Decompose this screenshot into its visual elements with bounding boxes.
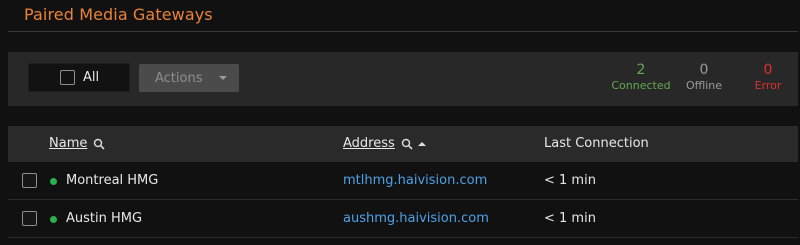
actions-dropdown[interactable]: Actions [139, 64, 239, 92]
chevron-down-icon [219, 76, 227, 80]
stat-error-count: 0 [763, 62, 773, 78]
gateway-address-link[interactable]: aushmg.haivision.com [343, 211, 489, 226]
column-header-name-label[interactable]: Name [49, 136, 87, 151]
table-row[interactable]: Austin HMG aushmg.haivision.com < 1 min [8, 200, 798, 238]
gateway-address-link[interactable]: mtlhmg.haivision.com [343, 173, 487, 188]
stat-connected: 2 Connected [608, 62, 674, 93]
column-header-address[interactable]: Address [343, 136, 426, 151]
select-all-checkbox[interactable] [60, 70, 75, 85]
stat-offline-label: Offline [685, 79, 723, 92]
column-header-address-label[interactable]: Address [343, 136, 395, 151]
search-icon[interactable] [401, 138, 413, 150]
row-checkbox[interactable] [22, 173, 37, 188]
gateway-name: Austin HMG [66, 211, 143, 226]
stat-error-label: Error [754, 79, 782, 92]
status-connected-icon [50, 216, 57, 223]
stat-offline-count: 0 [699, 62, 709, 78]
stat-connected-label: Connected [611, 79, 671, 92]
column-header-name[interactable]: Name [49, 136, 105, 151]
stat-error: 0 Error [748, 62, 788, 93]
column-header-last-connection-label: Last Connection [544, 136, 649, 151]
gateway-name: Montreal HMG [66, 173, 159, 188]
stat-offline: 0 Offline [682, 62, 726, 93]
actions-label: Actions [155, 70, 203, 86]
search-icon[interactable] [93, 138, 105, 150]
select-all-button[interactable]: All [28, 63, 130, 92]
last-connection: < 1 min [544, 211, 596, 226]
page-title: Paired Media Gateways [24, 5, 213, 24]
last-connection: < 1 min [544, 173, 596, 188]
table-row[interactable]: Montreal HMG mtlhmg.haivision.com < 1 mi… [8, 162, 798, 200]
table-header: Name Address Last Connection [8, 126, 798, 162]
sort-ascending-icon[interactable] [417, 141, 426, 146]
status-connected-icon [50, 178, 57, 185]
divider [8, 31, 798, 32]
select-all-label: All [83, 70, 100, 85]
toolbar: All Actions 2 Connected 0 Offline 0 Erro… [8, 52, 798, 106]
stat-connected-count: 2 [636, 62, 646, 78]
row-checkbox[interactable] [22, 211, 37, 226]
column-header-last-connection: Last Connection [544, 136, 649, 151]
